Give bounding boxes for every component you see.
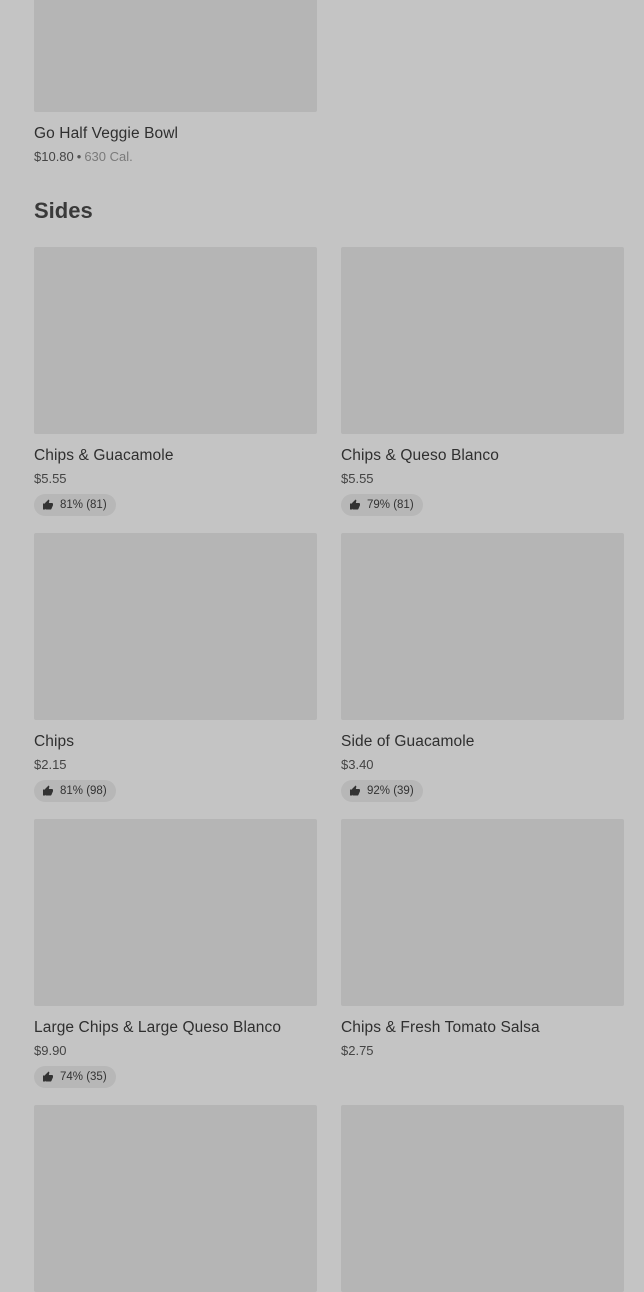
menu-item-image: [341, 819, 624, 1006]
thumbs-up-icon: [43, 1071, 53, 1082]
menu-item-image: [34, 0, 317, 112]
separator-dot: •: [76, 148, 82, 164]
rating-text: 81% (98): [60, 785, 107, 798]
menu-item-card[interactable]: Chips & Fresh Tomato Salsa $2.75: [341, 819, 624, 1058]
thumbs-up-icon: [43, 785, 53, 796]
menu-item-price: $5.55: [34, 470, 67, 486]
rating-badge: 79% (81): [341, 494, 423, 517]
menu-item-image: [341, 533, 624, 720]
menu-item-card[interactable]: [341, 1105, 624, 1292]
menu-item-price: $2.15: [34, 756, 67, 772]
menu-item-image: [341, 247, 624, 434]
section-title: Sides: [34, 198, 93, 223]
menu-item-price: $3.40: [341, 756, 374, 772]
menu-item-price-row: $10.80 • 630 Cal.: [34, 149, 317, 165]
menu-item-calories: 630 Cal.: [84, 148, 133, 164]
menu-item-name: Chips: [34, 733, 75, 750]
menu-item-price: $5.55: [341, 470, 374, 486]
menu-item-image: [34, 1105, 317, 1292]
menu-item-name: Side of Guacamole: [341, 733, 475, 750]
rating-badge: 81% (98): [34, 780, 116, 803]
menu-item-card[interactable]: Chips $2.15 81% (98): [34, 533, 317, 803]
rating-badge: 74% (35): [34, 1066, 116, 1089]
rating-text: 81% (81): [60, 499, 107, 512]
menu-item-card-go-half-veggie-bowl[interactable]: Go Half Veggie Bowl $10.80 • 630 Cal.: [34, 0, 317, 164]
menu-item-card[interactable]: Side of Guacamole $3.40 92% (39): [341, 533, 624, 803]
thumbs-up-icon: [350, 785, 360, 796]
rating-text: 74% (35): [60, 1071, 107, 1084]
menu-item-name: Large Chips & Large Queso Blanco: [34, 1019, 282, 1036]
menu-item-image: [341, 1105, 624, 1292]
menu-item-card[interactable]: [34, 1105, 317, 1292]
menu-item-name: Chips & Guacamole: [34, 447, 174, 464]
menu-item-name: Go Half Veggie Bowl: [34, 125, 179, 142]
menu-item-card[interactable]: Large Chips & Large Queso Blanco $9.90 7…: [34, 819, 317, 1089]
menu-item-image: [34, 247, 317, 434]
thumbs-up-icon: [350, 499, 360, 510]
thumbs-up-icon: [43, 499, 53, 510]
rating-text: 79% (81): [367, 499, 414, 512]
menu-item-price: $10.80: [34, 148, 74, 164]
menu-item-image: [34, 533, 317, 720]
menu-item-price: $2.75: [341, 1042, 374, 1058]
rating-text: 92% (39): [367, 785, 414, 798]
menu-item-card[interactable]: Chips & Queso Blanco $5.55 79% (81): [341, 247, 624, 517]
rating-badge: 92% (39): [341, 780, 423, 803]
menu-item-price: $9.90: [34, 1042, 67, 1058]
menu-item-name: Chips & Fresh Tomato Salsa: [341, 1019, 540, 1036]
menu-item-image: [34, 819, 317, 1006]
rating-badge: 81% (81): [34, 494, 116, 517]
menu-item-name: Chips & Queso Blanco: [341, 447, 499, 464]
menu-item-card[interactable]: Chips & Guacamole $5.55 81% (81): [34, 247, 317, 517]
